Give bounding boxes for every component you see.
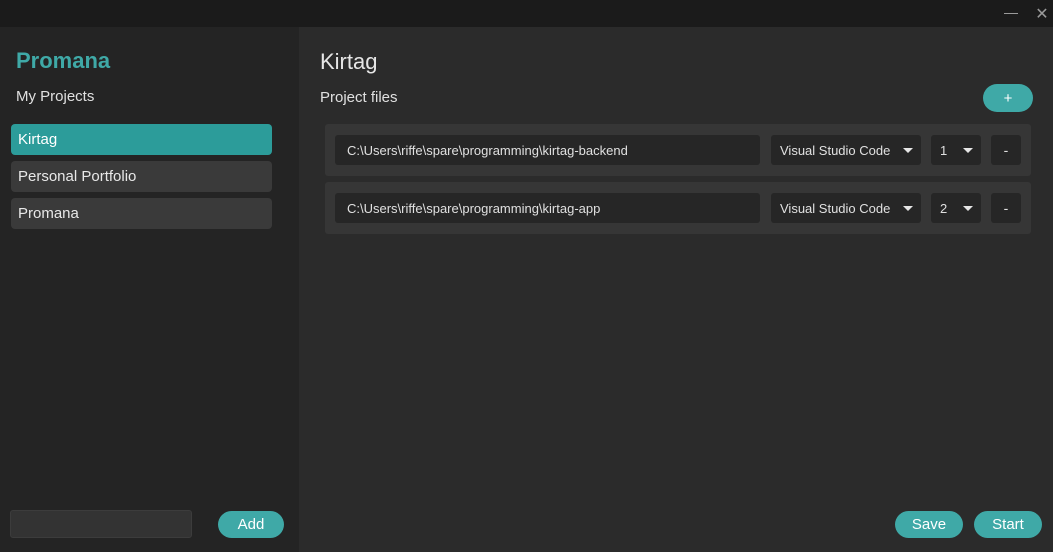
chevron-down-icon: [903, 148, 913, 153]
project-item-promana[interactable]: Promana: [11, 198, 272, 229]
save-button[interactable]: Save: [895, 511, 963, 538]
add-project-button[interactable]: Add: [218, 511, 284, 538]
project-item-label: Kirtag: [18, 131, 58, 148]
minimize-icon: [1004, 13, 1018, 14]
add-file-button[interactable]: +: [983, 84, 1033, 112]
project-list: Kirtag Personal Portfolio Promana: [11, 124, 272, 235]
file-path-field[interactable]: C:\Users\riffe\spare\programming\kirtag-…: [335, 193, 760, 223]
projects-heading: My Projects: [16, 88, 95, 105]
start-button[interactable]: Start: [974, 511, 1042, 538]
minimize-button[interactable]: [996, 0, 1026, 27]
project-title: Kirtag: [320, 49, 378, 74]
app-brand: Promana: [16, 48, 111, 73]
order-select-value: 1: [940, 142, 948, 158]
file-row: C:\Users\riffe\spare\programming\kirtag-…: [325, 182, 1031, 234]
sidebar: Promana My Projects Kirtag Personal Port…: [0, 27, 299, 552]
close-icon: ✕: [1035, 5, 1049, 23]
close-button[interactable]: ✕: [1027, 0, 1053, 27]
project-item-label: Promana: [18, 205, 79, 222]
file-row: C:\Users\riffe\spare\programming\kirtag-…: [325, 124, 1031, 176]
project-item-kirtag[interactable]: Kirtag: [11, 124, 272, 155]
title-bar: ✕: [0, 0, 1053, 27]
editor-select[interactable]: Visual Studio Code: [771, 193, 921, 223]
project-item-personal-portfolio[interactable]: Personal Portfolio: [11, 161, 272, 192]
remove-file-button[interactable]: -: [991, 135, 1021, 165]
editor-select-value: Visual Studio Code: [780, 200, 891, 216]
chevron-down-icon: [903, 206, 913, 211]
chevron-down-icon: [963, 148, 973, 153]
remove-file-button[interactable]: -: [991, 193, 1021, 223]
file-path-field[interactable]: C:\Users\riffe\spare\programming\kirtag-…: [335, 135, 760, 165]
order-select[interactable]: 2: [931, 193, 981, 223]
project-files-label: Project files: [320, 89, 398, 106]
editor-select-value: Visual Studio Code: [780, 142, 891, 158]
main-panel: Kirtag Project files + C:\Users\riffe\sp…: [299, 27, 1053, 552]
new-project-input[interactable]: [10, 510, 192, 538]
order-select-value: 2: [940, 200, 948, 216]
order-select[interactable]: 1: [931, 135, 981, 165]
editor-select[interactable]: Visual Studio Code: [771, 135, 921, 165]
chevron-down-icon: [963, 206, 973, 211]
project-item-label: Personal Portfolio: [18, 168, 137, 185]
